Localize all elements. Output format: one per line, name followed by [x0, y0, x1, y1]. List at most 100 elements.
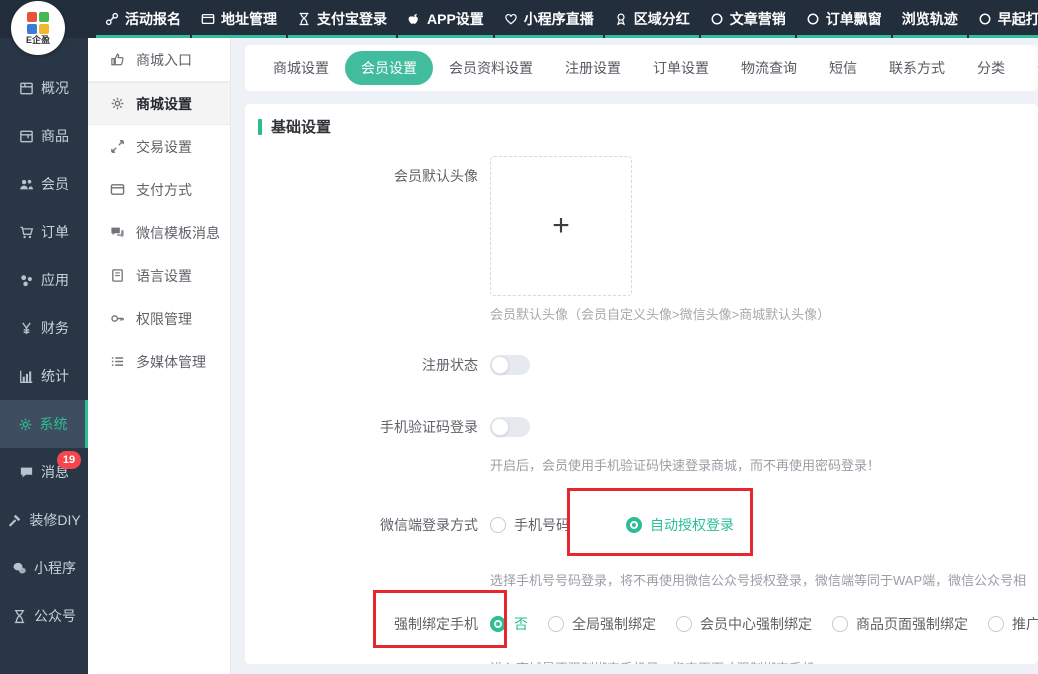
radio-label: 手机号码 — [514, 515, 570, 535]
comments-icon — [109, 225, 125, 240]
brand-logo-text: E企盈 — [26, 35, 50, 45]
wechat-login-option-2[interactable]: 自动授权登录 — [626, 515, 734, 535]
submenu-item-label: 商城设置 — [136, 94, 192, 114]
section-accent-bar — [258, 119, 262, 135]
sidebar-item-9[interactable]: 消息19 — [0, 448, 88, 496]
sidebar-item-label: 装修DIY — [29, 510, 80, 530]
sidebar-item-8[interactable]: 系统 — [0, 400, 88, 448]
sidebar: 概况商品会员订单应用财务统计系统消息19 装修DIY 小程序公众号 — [0, 38, 88, 674]
topbar-item-label: 订单飘窗 — [826, 9, 882, 29]
sidebar-item-1[interactable]: 概况 — [0, 64, 88, 112]
box-icon — [19, 129, 34, 144]
sidebar-item-2[interactable]: 商品 — [0, 112, 88, 160]
submenu-item-label: 商城入口 — [136, 50, 192, 70]
section-title: 基础设置 — [271, 116, 331, 137]
topbar-item-5[interactable]: 小程序直播 — [494, 0, 604, 38]
cart-icon — [19, 225, 34, 240]
hourglass-icon — [12, 609, 27, 624]
tab-7[interactable]: 短信 — [813, 51, 873, 85]
yen-icon — [19, 321, 34, 336]
topbar-menu: 活动报名地址管理 支付宝登录 APP设置小程序直播区域分红 文章营销 订单飘窗浏览轨迹早… — [0, 0, 1038, 38]
topbar-item-label: APP设置 — [427, 9, 484, 29]
sidebar-item-4[interactable]: 订单 — [0, 208, 88, 256]
sidebar-item-6[interactable]: 财务 — [0, 304, 88, 352]
topbar-item-3[interactable]: 支付宝登录 — [287, 0, 397, 38]
gear-icon — [18, 417, 33, 432]
circle-icon — [806, 12, 820, 26]
tab-6[interactable]: 物流查询 — [725, 51, 813, 85]
sidebar-item-label: 会员 — [41, 174, 69, 194]
tab-10[interactable]: 优惠券 — [1021, 51, 1038, 85]
topbar-item-9[interactable]: 浏览轨迹 — [892, 0, 968, 38]
topbar-item-8[interactable]: 订单飘窗 — [796, 0, 892, 38]
avatar-label: 会员默认头像 — [245, 156, 490, 186]
topbar-item-label: 活动报名 — [125, 9, 181, 29]
tab-2[interactable]: 会员设置 — [345, 51, 433, 85]
topbar-item-2[interactable]: 地址管理 — [191, 0, 287, 38]
wechat-login-label: 微信端登录方式 — [245, 515, 490, 535]
sidebar-item-label: 订单 — [41, 222, 69, 242]
topbar-item-1[interactable]: 活动报名 — [95, 0, 191, 38]
radio-icon — [490, 517, 506, 533]
register-status-label: 注册状态 — [245, 355, 490, 375]
sidebar-item-label: 财务 — [41, 318, 69, 338]
wechat-login-row: 微信端登录方式 手机号码 自动授权登录 — [245, 515, 1038, 535]
force-bind-option-3[interactable]: 会员中心强制绑定 — [676, 614, 812, 634]
tab-4[interactable]: 注册设置 — [549, 51, 637, 85]
avatar-upload-box[interactable]: + — [490, 156, 632, 296]
main-card: 基础设置 会员默认头像 + 会员默认头像（会员自定义头像>微信头像>商城默认头像… — [245, 104, 1038, 664]
force-bind-option-1[interactable]: 否 — [490, 614, 528, 634]
wechat-login-hint: 选择手机号号码登录，将不再使用微信公众号授权登录，微信端等同于WAP端，微信公众… — [490, 570, 1038, 589]
sidebar-item-7[interactable]: 统计 — [0, 352, 88, 400]
brand-logo-icon — [27, 12, 49, 34]
content-area: 商城设置会员设置会员资料设置注册设置订单设置物流查询短信联系方式分类优惠券 基础… — [231, 38, 1038, 674]
wechat-login-option-1[interactable]: 手机号码 — [490, 515, 570, 535]
submenu-item-5[interactable]: 微信模板消息 — [88, 211, 230, 254]
submenu-item-7[interactable]: 权限管理 — [88, 297, 230, 340]
topbar-item-label: 支付宝登录 — [317, 9, 387, 29]
sidebar-item-5[interactable]: 应用 — [0, 256, 88, 304]
force-bind-option-2[interactable]: 全局强制绑定 — [548, 614, 656, 634]
topbar-item-10[interactable]: 早起打卡 — [968, 0, 1038, 38]
tab-3[interactable]: 会员资料设置 — [433, 51, 549, 85]
sidebar-item-12[interactable]: 公众号 — [0, 592, 88, 640]
submenu-item-3[interactable]: 交易设置 — [88, 125, 230, 168]
tabs-bar: 商城设置会员设置会员资料设置注册设置订单设置物流查询短信联系方式分类优惠券 — [245, 45, 1038, 91]
register-status-toggle[interactable] — [490, 355, 530, 375]
tab-9[interactable]: 分类 — [961, 51, 1021, 85]
sidebar-item-label: 商品 — [41, 126, 69, 146]
submenu-item-4[interactable]: 支付方式 — [88, 168, 230, 211]
sidebar-item-10[interactable]: 装修DIY — [0, 496, 88, 544]
submenu-item-label: 语言设置 — [136, 266, 192, 286]
arrows-icon — [109, 139, 125, 154]
sms-login-row: 手机验证码登录 — [245, 417, 1038, 437]
sidebar-item-label: 概况 — [41, 78, 69, 98]
topbar-item-label: 浏览轨迹 — [902, 9, 958, 29]
radio-icon — [490, 616, 506, 632]
topbar-item-6[interactable]: 区域分红 — [604, 0, 700, 38]
gear-icon — [109, 96, 125, 111]
submenu-item-8[interactable]: 多媒体管理 — [88, 340, 230, 383]
sidebar-item-11[interactable]: 小程序 — [0, 544, 88, 592]
sms-login-label: 手机验证码登录 — [245, 417, 490, 437]
submenu-item-label: 权限管理 — [136, 309, 192, 329]
topbar-item-label: 文章营销 — [730, 9, 786, 29]
submenu-item-1[interactable]: 商城入口 — [88, 38, 230, 82]
book-icon — [109, 268, 125, 283]
submenu-item-6[interactable]: 语言设置 — [88, 254, 230, 297]
radio-icon — [676, 616, 692, 632]
topbar-item-7[interactable]: 文章营销 — [700, 0, 796, 38]
brand-logo: E企盈 — [11, 1, 65, 55]
plus-icon: + — [552, 211, 570, 241]
force-bind-option-5[interactable]: 推广页面强制绑定 — [988, 614, 1038, 634]
link-icon — [105, 12, 119, 26]
tab-5[interactable]: 订单设置 — [637, 51, 725, 85]
tab-1[interactable]: 商城设置 — [257, 51, 345, 85]
submenu-item-2[interactable]: 商城设置 — [88, 82, 230, 125]
tab-8[interactable]: 联系方式 — [873, 51, 961, 85]
sms-login-toggle[interactable] — [490, 417, 530, 437]
sidebar-item-3[interactable]: 会员 — [0, 160, 88, 208]
force-bind-option-4[interactable]: 商品页面强制绑定 — [832, 614, 968, 634]
sidebar-item-label: 应用 — [41, 270, 69, 290]
topbar-item-4[interactable]: APP设置 — [397, 0, 494, 38]
